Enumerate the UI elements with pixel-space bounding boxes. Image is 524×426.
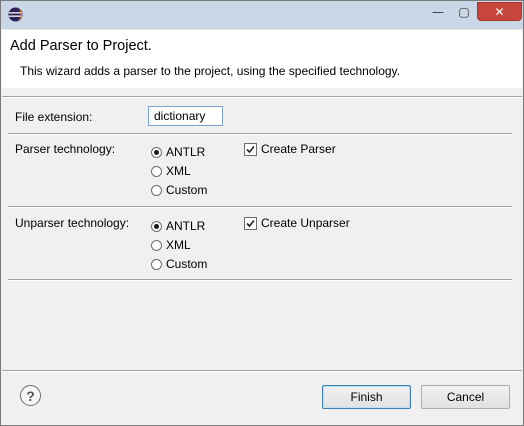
parser-radio-antlr[interactable]: ANTLR (151, 144, 205, 160)
header-divider (2, 96, 522, 98)
cancel-button[interactable]: Cancel (421, 385, 510, 409)
close-button[interactable]: ✕ (477, 2, 522, 21)
create-parser-checkbox[interactable]: Create Parser (244, 141, 336, 157)
parser-technology-label: Parser technology: (15, 142, 116, 156)
page-description: This wizard adds a parser to the project… (20, 64, 400, 78)
radio-label: XML (166, 238, 191, 252)
divider (8, 133, 512, 135)
maximize-button[interactable]: ▢ (451, 2, 477, 21)
radio-button[interactable] (151, 184, 162, 196)
radio-button[interactable] (151, 220, 162, 232)
radio-button[interactable] (151, 258, 162, 270)
divider (8, 279, 512, 281)
radio-label: Custom (166, 257, 208, 271)
finish-button[interactable]: Finish (322, 385, 411, 409)
parser-radio-custom[interactable]: Custom (151, 182, 207, 198)
unparser-technology-label: Unparser technology: (15, 216, 130, 230)
radio-button[interactable] (151, 239, 162, 251)
page-title: Add Parser to Project. (10, 38, 152, 54)
footer-divider (2, 370, 522, 372)
checkbox[interactable] (244, 142, 257, 156)
radio-label: XML (166, 164, 191, 178)
checkmark-icon (246, 219, 255, 227)
divider (8, 206, 512, 208)
checkbox-label: Create Unparser (261, 216, 350, 230)
minimize-button[interactable]: — (425, 2, 451, 21)
file-extension-label: File extension: (15, 110, 93, 124)
radio-button[interactable] (151, 165, 162, 177)
checkmark-icon (246, 145, 255, 153)
radio-button[interactable] (151, 146, 162, 158)
title-bar[interactable]: — ▢ ✕ (1, 1, 523, 29)
unparser-radio-xml[interactable]: XML (151, 237, 191, 253)
parser-radio-xml[interactable]: XML (151, 163, 191, 179)
radio-label: ANTLR (166, 145, 206, 159)
create-unparser-checkbox[interactable]: Create Unparser (244, 215, 350, 231)
checkbox-label: Create Parser (261, 142, 336, 156)
radio-label: ANTLR (166, 219, 206, 233)
help-icon[interactable]: ? (20, 385, 41, 406)
wizard-header: Add Parser to Project. This wizard adds … (2, 29, 522, 88)
unparser-radio-custom[interactable]: Custom (151, 256, 207, 272)
wizard-dialog: — ▢ ✕ Add Parser to Project. This wizard… (0, 0, 524, 426)
file-extension-input[interactable]: dictionary (148, 106, 223, 126)
unparser-radio-antlr[interactable]: ANTLR (151, 218, 205, 234)
checkbox[interactable] (244, 216, 257, 230)
radio-label: Custom (166, 183, 208, 197)
eclipse-icon (8, 7, 23, 22)
